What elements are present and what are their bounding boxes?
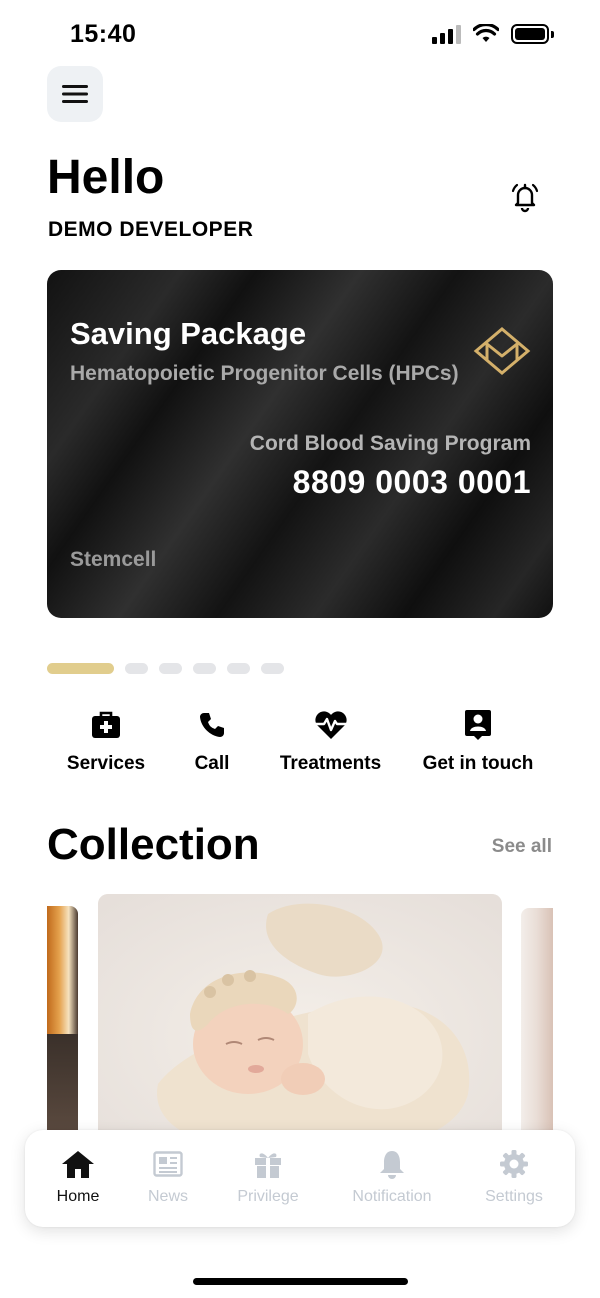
collection-carousel[interactable] [47,894,553,1134]
action-services[interactable]: Services [66,705,146,775]
nav-home[interactable]: Home [53,1148,103,1206]
nav-notification[interactable]: Notification [346,1148,438,1206]
pager-dot[interactable] [159,663,182,674]
gift-icon [255,1153,281,1178]
action-label: Call [194,753,230,774]
home-indicator[interactable] [193,1278,408,1285]
notification-button[interactable] [506,178,544,216]
card-title: Saving Package [70,316,307,351]
pager-dot[interactable] [193,663,216,674]
collection-item-image[interactable] [98,894,502,1134]
see-all-link[interactable]: See all [492,836,552,858]
pager-dot[interactable] [227,663,250,674]
nav-label: Home [56,1188,100,1205]
action-label: Services [66,753,146,774]
card-program: Cord Blood Saving Program [249,432,531,455]
collection-title: Collection [47,820,260,869]
nav-privilege[interactable]: Privilege [233,1148,303,1206]
status-icons [432,24,554,44]
greeting-title: Hello [47,151,165,204]
cellular-signal-icon [432,24,461,44]
user-name: DEMO DEVELOPER [48,218,254,241]
action-label: Treatments [279,753,382,774]
action-treatments[interactable]: Treatments [277,705,384,775]
bottom-navigation: Home News Privilege Notification Setting… [25,1130,575,1227]
saving-package-card[interactable]: Saving Package Hematopoietic Progenitor … [47,270,553,618]
phone-icon [200,713,224,737]
status-bar: 15:40 [0,0,600,70]
newborn-baby-image [98,894,502,1134]
collection-item-previous-shade [47,1034,78,1134]
action-call[interactable]: Call [188,705,236,775]
nav-label: Privilege [237,1188,299,1205]
menu-button[interactable] [47,66,103,122]
pager-dot[interactable] [125,663,148,674]
nav-label: News [147,1188,188,1205]
collection-item-next[interactable] [521,908,553,1134]
quick-actions: Services Call Treatments Get in touch [0,705,600,785]
contact-card-icon [465,710,491,740]
card-number: 8809 0003 0001 [292,464,531,500]
heartbeat-icon [314,711,347,739]
nav-settings[interactable]: Settings [481,1148,547,1206]
nav-label: Notification [352,1188,432,1205]
alarm-bell-icon [511,183,539,213]
hamburger-icon [62,85,88,103]
newspaper-icon [153,1151,183,1177]
bell-icon [380,1151,404,1179]
brand-logo-icon [473,327,531,375]
nav-label: Settings [485,1188,543,1205]
medical-kit-icon [92,711,120,738]
action-label: Get in touch [422,753,534,774]
status-time: 15:40 [70,20,137,48]
pager-dot-active[interactable] [47,663,114,674]
gear-icon [500,1150,528,1178]
card-brand: Stemcell [70,548,157,571]
action-get-in-touch[interactable]: Get in touch [421,705,535,775]
battery-icon [511,24,554,44]
card-subtitle: Hematopoietic Progenitor Cells (HPCs) [70,362,459,385]
wifi-icon [473,24,499,42]
nav-news[interactable]: News [143,1148,193,1206]
home-icon [62,1151,94,1178]
card-pager [47,663,284,674]
pager-dot[interactable] [261,663,284,674]
